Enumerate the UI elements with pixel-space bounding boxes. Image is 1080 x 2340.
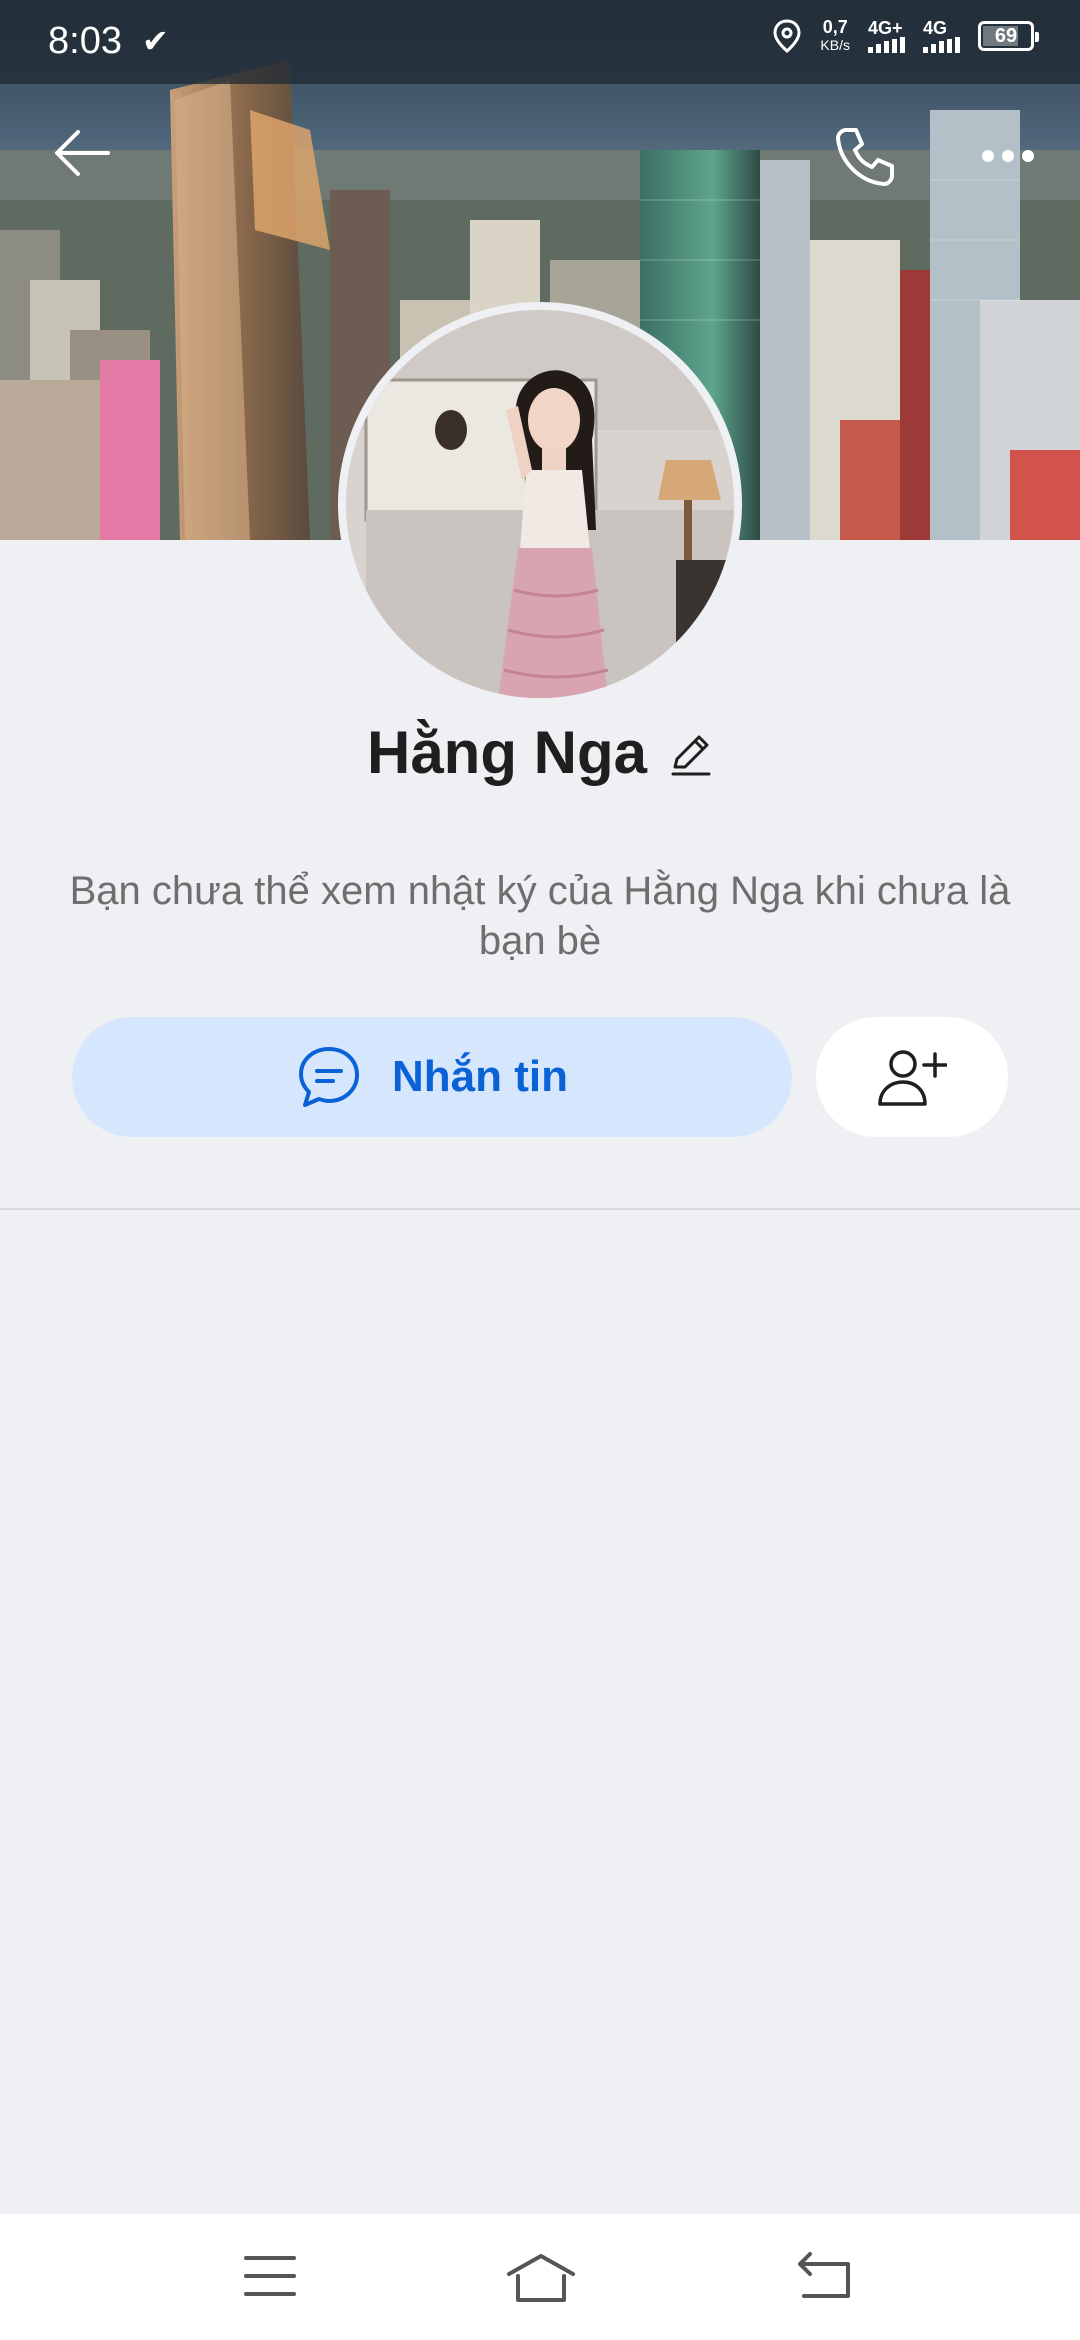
avatar[interactable]	[338, 302, 742, 706]
network-speed: 0,7 KB/s	[820, 18, 850, 54]
signal-sim2: 4G	[923, 19, 960, 53]
check-icon: ✔	[142, 23, 169, 59]
diary-restriction-text: Bạn chưa thể xem nhật ký của Hằng Nga kh…	[69, 869, 1011, 963]
network-type-1: 4G+	[868, 18, 903, 38]
arrow-left-icon	[55, 130, 110, 176]
home-icon	[507, 2254, 575, 2302]
signal-bars-icon	[868, 37, 905, 53]
pencil-icon[interactable]	[669, 733, 713, 777]
status-icons: 0,7 KB/s 4G+ 4G 69	[772, 18, 1039, 54]
home-button[interactable]	[506, 2252, 576, 2304]
profile-name-row: Hằng Nga	[0, 718, 1080, 787]
battery-icon: 69	[978, 21, 1039, 51]
network-speed-value: 0,7	[822, 17, 848, 37]
chat-bubble-icon	[299, 1047, 359, 1107]
message-button[interactable]: Nhắn tin	[72, 1017, 792, 1137]
more-button[interactable]	[980, 138, 1036, 174]
add-user-icon	[878, 1050, 947, 1106]
section-divider	[0, 1208, 1080, 1210]
more-horizontal-icon	[982, 150, 1034, 162]
message-button-label: Nhắn tin	[392, 1052, 568, 1101]
back-button[interactable]	[52, 128, 112, 178]
location-icon	[773, 19, 801, 53]
recent-apps-button[interactable]	[244, 2252, 296, 2300]
menu-icon	[244, 2256, 296, 2296]
signal-bars-icon	[923, 37, 960, 53]
status-time: 8:03	[48, 20, 122, 62]
call-button[interactable]	[832, 124, 896, 188]
status-bar: 8:03 ✔ 0,7 KB/s 4G+ 4G 69	[0, 0, 1080, 84]
system-back-button[interactable]	[796, 2252, 852, 2300]
profile-photo	[346, 310, 734, 698]
profile-name: Hằng Nga	[366, 719, 648, 786]
add-friend-button[interactable]	[816, 1017, 1008, 1137]
network-speed-unit: KB/s	[820, 37, 850, 53]
network-type-2: 4G	[923, 18, 948, 38]
battery-level: 69	[994, 24, 1018, 47]
system-navigation-bar	[0, 2214, 1080, 2340]
signal-sim1: 4G+	[868, 19, 905, 53]
phone-icon	[836, 128, 894, 186]
back-icon	[798, 2252, 850, 2298]
